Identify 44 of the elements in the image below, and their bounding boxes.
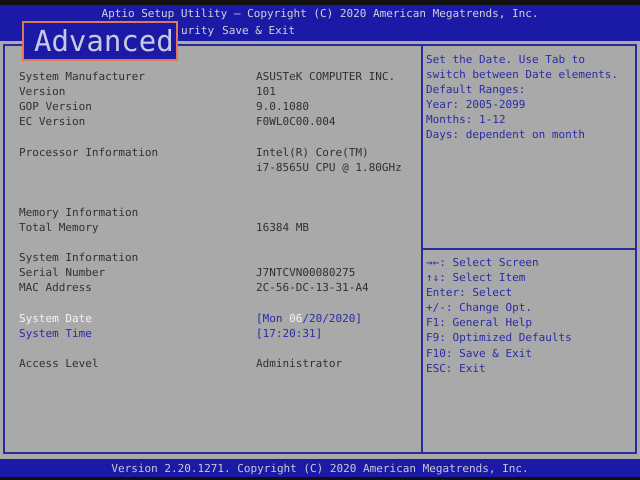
footer-text: Version 2.20.1271. Copyright (C) 2020 American Megatrends, Inc. (0, 459, 640, 477)
key-hint: Enter: Select (426, 285, 514, 300)
setting-value: Administrator (256, 356, 344, 371)
setting-label: Processor Information (19, 144, 160, 161)
setting-value: i7-8565U CPU @ 1.80GHz (256, 160, 403, 175)
setting-value: 16384 MB (256, 220, 310, 236)
menu-tab[interactable]: urity (181, 24, 214, 37)
key-hint: F1: General Help (426, 315, 533, 330)
setting-label: GOP Version (19, 99, 93, 114)
help-text: Set the Date. Use Tab to (426, 52, 586, 68)
setting-label: Serial Number (19, 265, 106, 280)
field-segment[interactable]: [Mon (256, 312, 290, 325)
setting-value: J7NTCVN00080275 (256, 265, 356, 280)
setting-label: Version (19, 84, 66, 100)
setting-value: 2C-56-DC-13-31-A4 (256, 280, 370, 296)
setting-label: System Information (19, 250, 140, 266)
field-segment[interactable]: [17:20:31] (256, 326, 322, 340)
setting-value: 101 (256, 84, 277, 100)
setting-label: System Manufacturer (19, 69, 146, 84)
setting-value: 9.0.1080 (256, 99, 310, 114)
setting-value: F0WL0C00.004 (256, 114, 336, 130)
setting-label: Access Level (19, 356, 100, 371)
window-title: Aptio Setup Utility – Copyright (C) 2020 American Megatrends, Inc. (0, 5, 640, 22)
key-hint: F9: Optimized Defaults (426, 330, 573, 346)
key-hint: →←: Select Screen (426, 255, 540, 270)
field-segment[interactable]: /20/2020] (302, 312, 362, 325)
setting-label: EC Version (19, 114, 86, 130)
key-hint: F10: Save & Exit (426, 346, 533, 361)
help-text: Days: dependent on month (426, 127, 586, 143)
setting-label[interactable]: System Time (19, 326, 256, 341)
setting-label: Total Memory (19, 220, 100, 236)
callout-label: Advanced (22, 21, 178, 61)
menu-tab[interactable]: Save & Exit (222, 24, 295, 37)
key-hint: +/-: Change Opt. (426, 300, 533, 316)
help-text: Year: 2005-2099 (426, 97, 526, 112)
help-text: Months: 1-12 (426, 112, 506, 128)
key-hint: ESC: Exit (426, 360, 487, 376)
setting-label: MAC Address (19, 280, 93, 296)
key-hint: ↑↓: Select Item (426, 270, 526, 286)
setting-label: Memory Information (19, 204, 140, 220)
help-text: switch between Date elements. (426, 67, 620, 82)
setting-value: Intel(R) Core(TM) (256, 144, 370, 160)
setting-value: ASUSTeK COMPUTER INC. (256, 69, 396, 84)
help-text: Default Ranges: (426, 82, 526, 98)
